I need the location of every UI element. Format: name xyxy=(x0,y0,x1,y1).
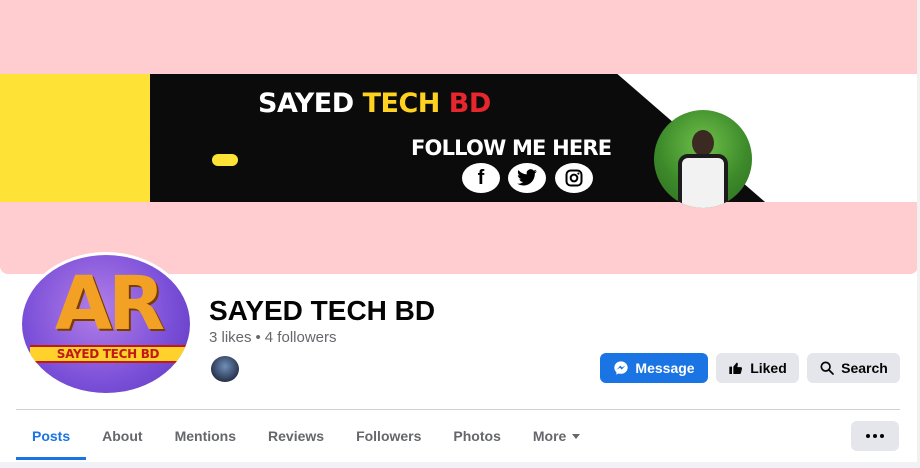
tab-label: Reviews xyxy=(268,428,325,444)
search-button[interactable]: Search xyxy=(807,353,900,383)
banner-title-word: TECH xyxy=(362,88,441,119)
tab-label: Photos xyxy=(453,428,501,444)
tab-label: More xyxy=(532,428,567,444)
banner-yellow-block xyxy=(0,74,160,202)
thumbs-up-icon xyxy=(729,362,743,374)
tab-label: About xyxy=(102,428,143,444)
stats-separator: • xyxy=(255,329,261,346)
drip-shape xyxy=(160,156,200,168)
banner-subtitle: FOLLOW ME HERE xyxy=(411,136,612,160)
banner-title-word: BD xyxy=(448,88,492,119)
tab-label: Followers xyxy=(356,428,422,444)
tab-label: Mentions xyxy=(174,428,237,444)
avatar-logo: AR SAYED TECH BD xyxy=(22,255,190,393)
message-button[interactable]: Message xyxy=(600,353,708,383)
page-title: SAYED TECH BD xyxy=(209,295,436,326)
cover-photo[interactable]: SAYED TECH BD FOLLOW ME HERE f xyxy=(0,0,918,274)
tab-mentions[interactable]: Mentions xyxy=(159,412,252,460)
cover-banner: SAYED TECH BD FOLLOW ME HERE f xyxy=(0,74,918,208)
caret-down-icon xyxy=(572,433,581,439)
tab-followers[interactable]: Followers xyxy=(340,412,437,460)
instagram-icon xyxy=(555,163,593,193)
liked-button-label: Liked xyxy=(750,360,787,376)
page-avatar[interactable]: AR SAYED TECH BD xyxy=(19,252,193,396)
message-button-label: Message xyxy=(635,360,695,376)
ellipsis-icon xyxy=(880,434,884,438)
banner-title-word: SAYED xyxy=(258,88,354,119)
tab-label: Posts xyxy=(32,428,71,444)
person-figure xyxy=(678,154,728,208)
ellipsis-icon xyxy=(873,434,877,438)
page-stats: 3 likes • 4 followers xyxy=(209,329,337,346)
likes-count[interactable]: 3 likes xyxy=(209,329,252,346)
drip-shape xyxy=(158,112,230,124)
followers-count[interactable]: 4 followers xyxy=(265,329,337,346)
search-icon xyxy=(820,361,835,375)
tab-more[interactable]: More xyxy=(517,412,596,460)
tab-reviews[interactable]: Reviews xyxy=(252,412,340,460)
messenger-icon xyxy=(614,361,629,375)
page-tabs: Posts About Mentions Reviews Followers P… xyxy=(16,412,596,460)
follower-avatar[interactable] xyxy=(209,354,241,384)
person-figure xyxy=(692,130,714,156)
more-options-button[interactable] xyxy=(851,421,899,451)
tab-photos[interactable]: Photos xyxy=(437,412,516,460)
drip-shape xyxy=(212,154,238,166)
search-button-label: Search xyxy=(841,360,888,376)
header-divider xyxy=(16,409,900,410)
avatar-monogram: AR xyxy=(54,261,165,347)
facebook-icon: f xyxy=(462,163,500,193)
drip-shape xyxy=(150,178,206,190)
liked-button[interactable]: Liked xyxy=(716,353,799,383)
tab-posts[interactable]: Posts xyxy=(16,412,87,460)
profile-photo-in-banner xyxy=(654,110,752,208)
banner-title: SAYED TECH BD xyxy=(258,88,491,119)
avatar-caption: SAYED TECH BD xyxy=(30,345,186,363)
twitter-icon xyxy=(508,163,546,193)
ellipsis-icon xyxy=(866,434,870,438)
feed-background xyxy=(0,462,920,468)
tab-about[interactable]: About xyxy=(86,412,158,460)
drip-shape xyxy=(150,136,200,148)
drip-shape xyxy=(150,89,190,101)
